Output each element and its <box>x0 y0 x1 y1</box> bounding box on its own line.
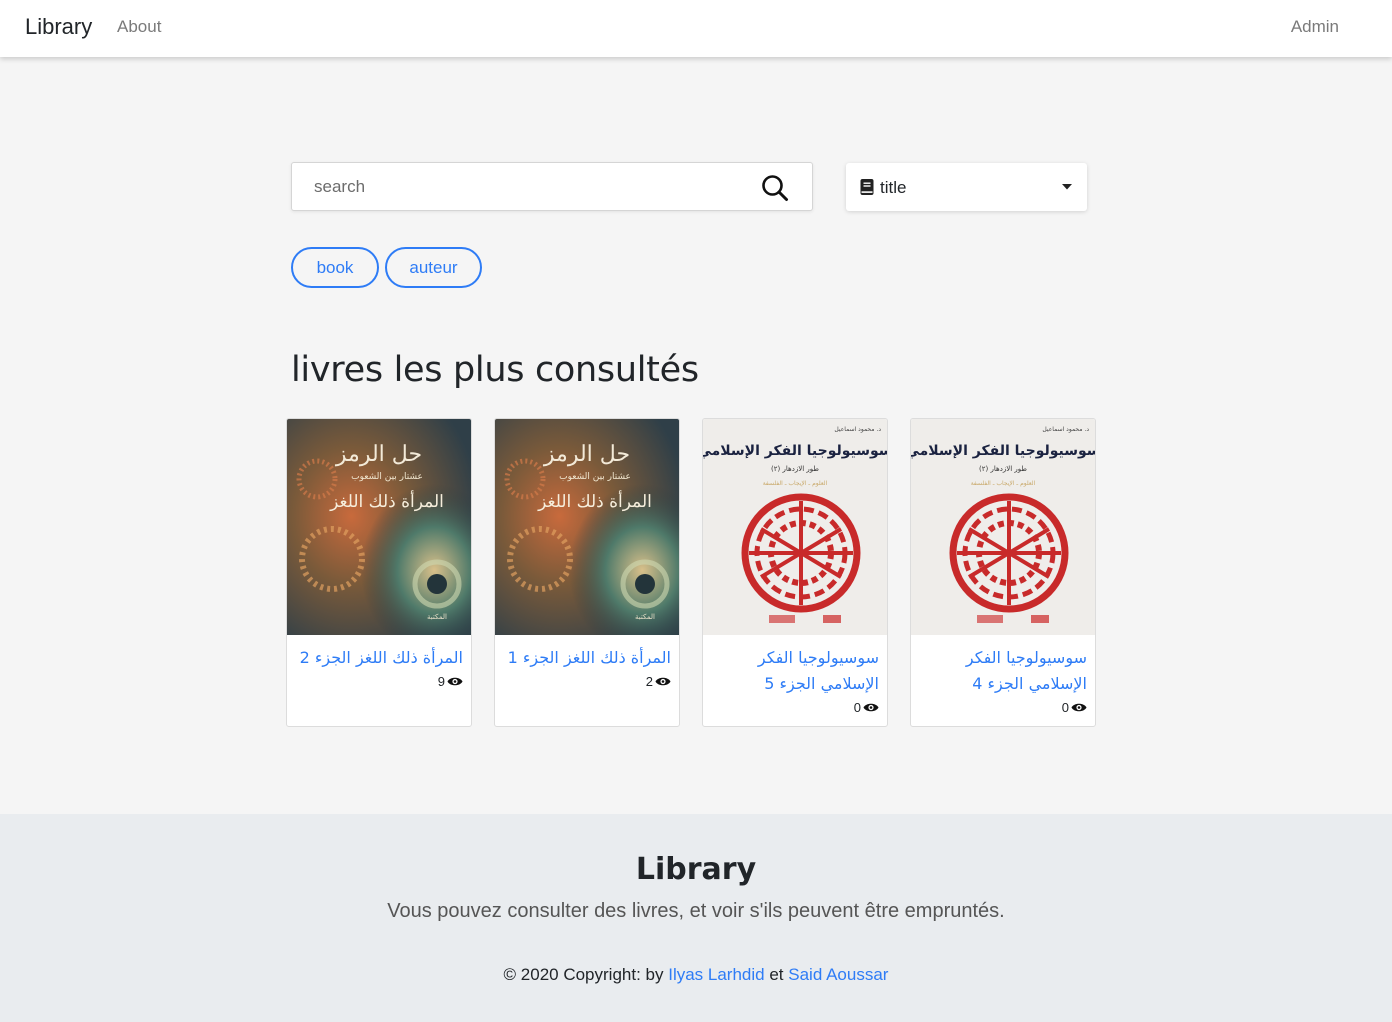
views-count: 0 <box>1061 700 1069 715</box>
select-selected-value: title <box>880 178 907 197</box>
search-button[interactable] <box>760 173 790 203</box>
svg-text:د. محمود اسماعيل: د. محمود اسماعيل <box>1042 426 1089 433</box>
views-count: 0 <box>853 700 861 715</box>
search-icon <box>762 175 788 201</box>
footer-description: Vous pouvez consulter des livres, et voi… <box>387 900 1005 922</box>
navbar: Library About Admin <box>0 0 1392 57</box>
book-cover-image[interactable]: حل الرمز عشتار بين الشعوب المرأة ذلك الل… <box>287 419 471 635</box>
search-box <box>291 162 813 211</box>
nav-about-link[interactable]: About <box>117 17 161 37</box>
book-cover-image[interactable]: حل الرمز عشتار بين الشعوب المرأة ذلك الل… <box>495 419 679 635</box>
book-card: حل الرمز عشتار بين الشعوب المرأة ذلك الل… <box>286 418 472 727</box>
eye-icon <box>1071 703 1087 712</box>
section-title: livres les plus consultés <box>291 350 699 390</box>
svg-text:طور الازدهار (٢): طور الازدهار (٢) <box>979 465 1027 473</box>
svg-text:عشتار بين الشعوب: عشتار بين الشعوب <box>351 472 423 482</box>
svg-text:المرأة ذلك اللغز: المرأة ذلك اللغز <box>537 490 652 512</box>
svg-text:سوسيولوجيا الفكر الإسلامي: سوسيولوجيا الفكر الإسلامي <box>703 443 887 459</box>
svg-text:العلوم ـ الإيجاب ـ الفلسفة: العلوم ـ الإيجاب ـ الفلسفة <box>971 480 1036 487</box>
views-count: 2 <box>645 674 653 689</box>
filter-auteur-button[interactable]: auteur <box>385 247 482 288</box>
book-card: حل الرمز عشتار بين الشعوب المرأة ذلك الل… <box>494 418 680 727</box>
svg-text:حل الرمز: حل الرمز <box>335 442 422 467</box>
footer-copyright: © 2020 Copyright: by Ilyas Larhdid et Sa… <box>0 965 1392 985</box>
footer-title: Library <box>635 852 757 887</box>
book-views: 0 <box>1062 700 1087 715</box>
svg-text:العلوم ـ الإيجاب ـ الفلسفة: العلوم ـ الإيجاب ـ الفلسفة <box>763 480 828 487</box>
book-title-link[interactable]: سوسيولوجيا الفكر الإسلامي الجزء 4 <box>919 645 1087 697</box>
svg-text:عشتار بين الشعوب: عشتار بين الشعوب <box>559 472 631 482</box>
book-card: د. محمود اسماعيل سوسيولوجيا الفكر الإسلا… <box>910 418 1096 727</box>
nav-admin-link[interactable]: Admin <box>1291 17 1339 37</box>
eye-icon <box>655 677 671 686</box>
navbar-brand[interactable]: Library <box>25 14 92 40</box>
svg-text:طور الازدهار (٢): طور الازدهار (٢) <box>771 465 819 473</box>
book-cover-image[interactable]: د. محمود اسماعيل سوسيولوجيا الفكر الإسلا… <box>703 419 887 635</box>
book-views: 9 <box>438 674 463 689</box>
book-title-link[interactable]: سوسيولوجيا الفكر الإسلامي الجزء 5 <box>711 645 879 697</box>
svg-text:د. محمود اسماعيل: د. محمود اسماعيل <box>834 426 881 433</box>
views-count: 9 <box>437 674 445 689</box>
book-views: 0 <box>854 700 879 715</box>
search-input[interactable] <box>292 163 747 210</box>
author-link-said[interactable]: Said Aoussar <box>788 965 888 984</box>
book-title-link[interactable]: المرأة ذلك اللغز الجزء 2 <box>295 645 463 671</box>
svg-text:المكتبة: المكتبة <box>427 613 447 621</box>
filter-book-button[interactable]: book <box>291 247 379 288</box>
caret-down-icon <box>1062 184 1072 190</box>
search-field-select[interactable]: title <box>846 163 1087 211</box>
eye-icon <box>447 677 463 686</box>
svg-text:المكتبة: المكتبة <box>635 613 655 621</box>
svg-text:حل الرمز: حل الرمز <box>543 442 630 467</box>
book-icon <box>860 179 874 195</box>
author-link-ilyas[interactable]: Ilyas Larhdid <box>668 965 764 984</box>
svg-text:المرأة ذلك اللغز: المرأة ذلك اللغز <box>329 490 444 512</box>
book-cover-image[interactable]: د. محمود اسماعيل سوسيولوجيا الفكر الإسلا… <box>911 419 1095 635</box>
svg-text:سوسيولوجيا الفكر الإسلامي: سوسيولوجيا الفكر الإسلامي <box>911 443 1095 459</box>
copyright-text: © 2020 Copyright: by <box>503 965 664 984</box>
book-card: د. محمود اسماعيل سوسيولوجيا الفكر الإسلا… <box>702 418 888 727</box>
eye-icon <box>863 703 879 712</box>
footer: Library Vous pouvez consulter des livres… <box>0 814 1392 1022</box>
book-views: 2 <box>646 674 671 689</box>
conjunction-text: et <box>769 965 784 984</box>
book-title-link[interactable]: المرأة ذلك اللغز الجزء 1 <box>503 645 671 671</box>
